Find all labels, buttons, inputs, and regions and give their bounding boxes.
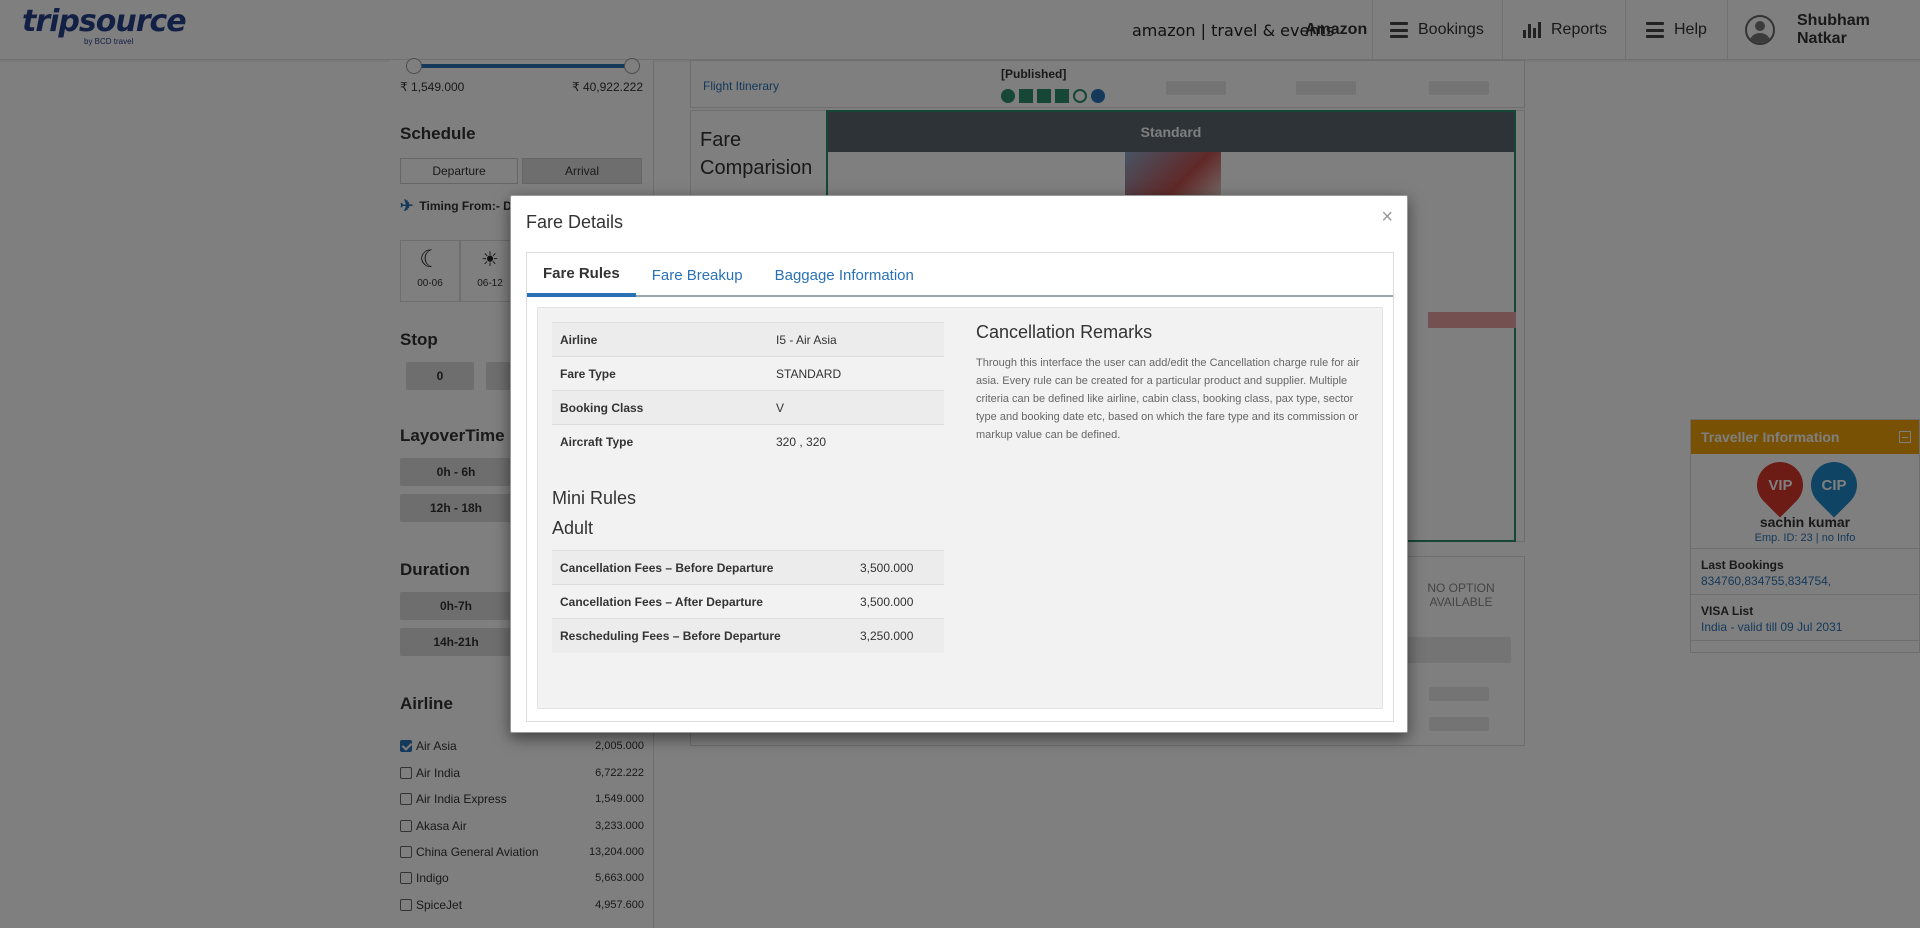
mini-rules-title: Mini Rules [552, 488, 637, 508]
fee-label: Rescheduling Fees – Before Departure [552, 618, 852, 653]
fee-table: Cancellation Fees – Before Departure 3,50… [552, 550, 944, 653]
row-value: V [768, 390, 944, 425]
row-label: Airline [552, 322, 768, 357]
pax-type-title: Adult [552, 518, 594, 538]
tab-fare-rules[interactable]: Fare Rules [527, 253, 636, 297]
fee-label: Cancellation Fees – Before Departure [552, 550, 852, 585]
row-value: 320 , 320 [768, 424, 944, 459]
fare-info-table: Airline I5 - Air Asia Fare Type STANDARD B… [552, 322, 944, 459]
table-row: Booking Class V [552, 390, 944, 425]
cancellation-remarks-text: Through this interface the user can add/… [976, 357, 1360, 441]
table-row: Rescheduling Fees – Before Departure 3,25… [552, 618, 944, 653]
fee-value: 3,250.000 [852, 618, 944, 653]
table-row: Aircraft Type 320 , 320 [552, 424, 944, 459]
tab-baggage-information[interactable]: Baggage Information [759, 253, 930, 297]
row-label: Booking Class [552, 390, 768, 425]
modal-body: Fare Rules Fare Breakup Baggage Informat… [526, 252, 1394, 722]
fare-tabs: Fare Rules Fare Breakup Baggage Informat… [527, 253, 1393, 297]
fee-value: 3,500.000 [852, 584, 944, 619]
row-value: I5 - Air Asia [768, 322, 944, 357]
tab-fare-breakup[interactable]: Fare Breakup [636, 253, 759, 297]
table-row: Airline I5 - Air Asia [552, 322, 944, 357]
table-row: Cancellation Fees – Before Departure 3,50… [552, 550, 944, 585]
modal-title: Fare Details [526, 212, 624, 232]
table-row: Fare Type STANDARD [552, 356, 944, 391]
fare-details-modal: Fare Details × Fare Rules Fare Breakup B… [510, 195, 1408, 733]
row-label: Aircraft Type [552, 424, 768, 459]
close-icon[interactable]: × [1381, 206, 1393, 229]
cancellation-remarks-title: Cancellation Remarks [976, 322, 1153, 342]
fare-rules-pane: Airline I5 - Air Asia Fare Type STANDARD B… [537, 307, 1383, 709]
row-label: Fare Type [552, 356, 768, 391]
fee-value: 3,500.000 [852, 550, 944, 585]
row-value: STANDARD [768, 356, 944, 391]
table-row: Cancellation Fees – After Departure 3,500… [552, 584, 944, 619]
fee-label: Cancellation Fees – After Departure [552, 584, 852, 619]
